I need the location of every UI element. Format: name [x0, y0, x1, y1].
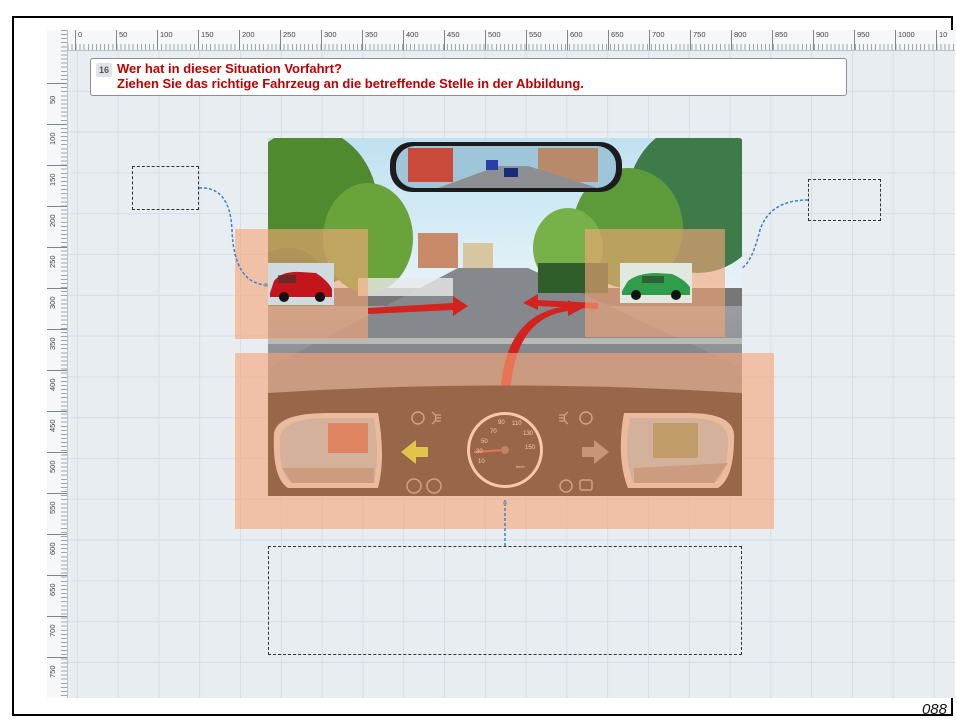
connector-right — [741, 199, 809, 269]
connector-endpoint — [503, 501, 507, 505]
connector-endpoint — [264, 283, 268, 287]
connector-left — [198, 187, 267, 286]
connector-lines — [198, 187, 809, 546]
page-number: 088 — [921, 701, 947, 718]
